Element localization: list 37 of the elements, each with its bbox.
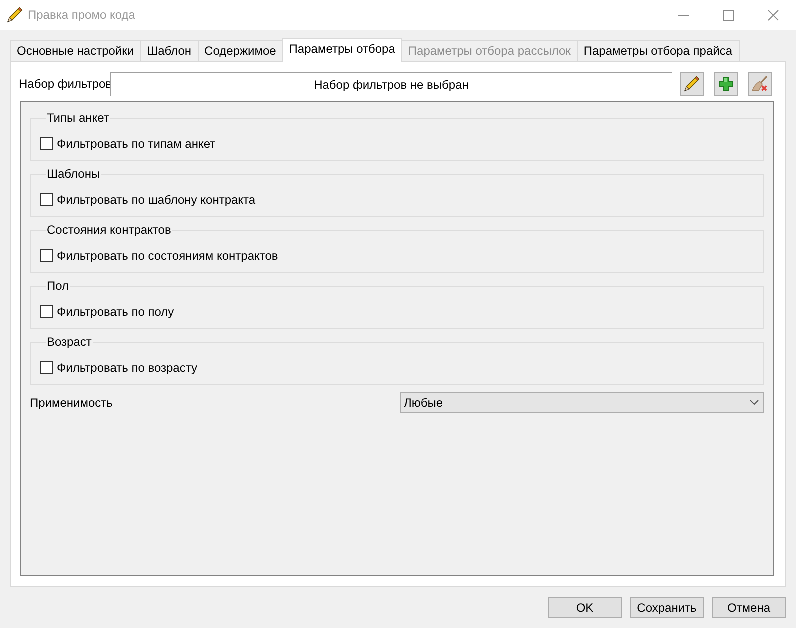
applicability-label: Применимость [30, 396, 114, 410]
save-button[interactable]: Сохранить [630, 597, 704, 618]
pencil-icon [7, 7, 23, 23]
clear-button[interactable] [748, 72, 772, 96]
pencil-icon [684, 76, 700, 92]
checkbox-label[interactable]: Фильтровать по шаблону контракта [57, 192, 256, 206]
cancel-button[interactable]: Отмена [712, 597, 786, 618]
checkbox-label[interactable]: Фильтровать по состояниям контрактов [57, 248, 278, 262]
checkbox-label[interactable]: Фильтровать по типам анкет [57, 136, 216, 150]
maximize-icon [723, 10, 734, 20]
group-title: Состояния контрактов [46, 223, 172, 237]
group-title: Пол [46, 279, 70, 293]
minimize-icon [678, 14, 689, 16]
checkbox[interactable] [40, 361, 53, 374]
tab[interactable]: Параметры отбора [282, 38, 402, 62]
add-button[interactable] [714, 72, 738, 96]
checkbox[interactable] [40, 249, 53, 262]
filter-set-label: Набор фильтров [19, 77, 110, 91]
checkbox-label[interactable]: Фильтровать по возрасту [57, 360, 198, 374]
edit-button[interactable] [680, 72, 704, 96]
tab[interactable]: Параметры отбора прайса [576, 40, 740, 61]
tab[interactable]: Основные настройки [10, 40, 142, 61]
filter-set-display: Набор фильтров не выбран [110, 72, 672, 96]
applicability-dropdown[interactable]: Любые [400, 392, 764, 413]
checkbox-label[interactable]: Фильтровать по полу [57, 304, 174, 318]
checkbox[interactable] [40, 305, 53, 318]
group-title: Возраст [46, 335, 93, 349]
broom-icon [752, 76, 768, 92]
group-title: Типы анкет [46, 111, 110, 125]
ok-button[interactable]: OK [548, 597, 622, 618]
group-title: Шаблоны [46, 167, 102, 181]
chevron-down-icon [750, 400, 759, 405]
window-title: Правка промо кода [28, 8, 136, 22]
close-icon [768, 10, 779, 20]
checkbox[interactable] [40, 137, 53, 150]
checkbox[interactable] [40, 193, 53, 206]
plus-icon [718, 76, 734, 92]
